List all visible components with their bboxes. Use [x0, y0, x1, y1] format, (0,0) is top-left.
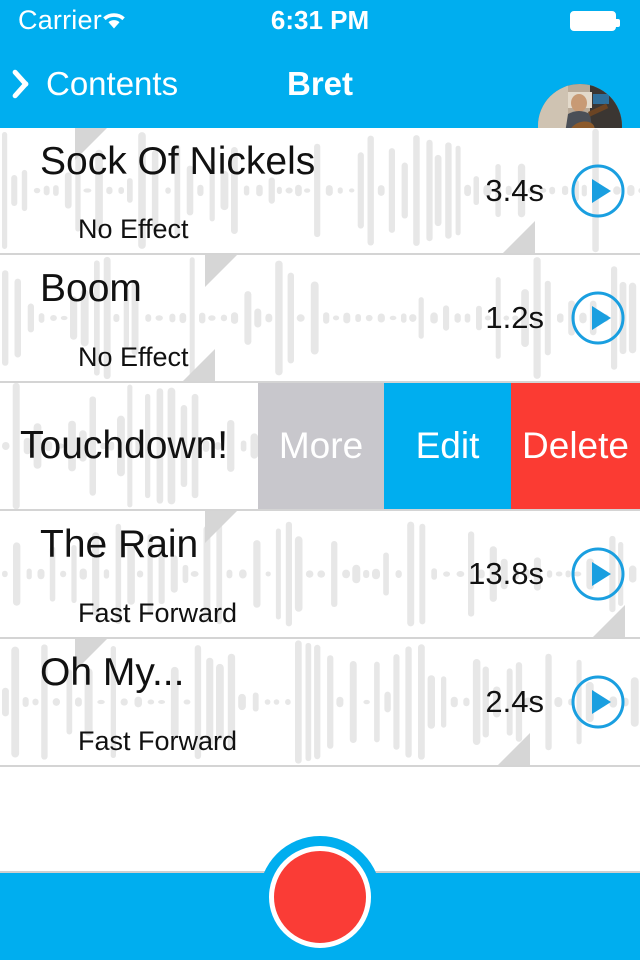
row-content: Boom No Effect 1.2s — [0, 255, 640, 381]
table-row[interactable]: Oh My... Fast Forward 2.4s — [0, 639, 640, 767]
play-circle-icon[interactable] — [570, 163, 626, 219]
recording-effect: Fast Forward — [78, 725, 237, 757]
row-content: Touchdown! — [0, 383, 258, 509]
recording-title: The Rain — [40, 523, 198, 567]
corner-triangle-top-left — [205, 255, 237, 287]
recording-effect: No Effect — [78, 213, 189, 245]
battery-full-icon — [570, 11, 616, 31]
corner-triangle-top-left — [205, 511, 237, 543]
swipe-actions: MoreEditDelete — [258, 383, 640, 509]
more-button[interactable]: More — [258, 383, 384, 509]
recording-duration: 13.8s — [468, 557, 544, 591]
delete-button[interactable]: Delete — [511, 383, 640, 509]
recording-title: Boom — [40, 267, 142, 311]
recording-effect: Fast Forward — [78, 597, 237, 629]
recording-duration: 3.4s — [485, 174, 544, 208]
row-content: Sock Of Nickels No Effect 3.4s — [0, 128, 640, 253]
row-content: The Rain Fast Forward 13.8s — [0, 511, 640, 637]
table-row[interactable]: The Rain Fast Forward 13.8s — [0, 511, 640, 639]
recording-duration: 2.4s — [485, 685, 544, 719]
record-button[interactable] — [269, 846, 371, 948]
corner-triangle-bottom-right — [503, 221, 535, 253]
row-content: Oh My... Fast Forward 2.4s — [0, 639, 640, 765]
table-row[interactable]: Boom No Effect 1.2s — [0, 255, 640, 383]
corner-triangle-bottom-right — [593, 605, 625, 637]
play-circle-icon[interactable] — [570, 290, 626, 346]
navigation-bar: Contents Bret — [0, 40, 640, 128]
table-row[interactable]: Touchdown! MoreEditDelete — [0, 383, 640, 511]
status-bar: Carrier 6:31 PM — [0, 0, 640, 40]
table-row[interactable]: Sock Of Nickels No Effect 3.4s — [0, 128, 640, 255]
play-circle-icon[interactable] — [570, 546, 626, 602]
recordings-list[interactable]: Sock Of Nickels No Effect 3.4s Boom No Effec… — [0, 128, 640, 871]
recording-duration: 1.2s — [485, 301, 544, 335]
recording-title: Touchdown! — [20, 424, 228, 468]
play-circle-icon[interactable] — [570, 674, 626, 730]
recording-title: Sock Of Nickels — [40, 140, 315, 184]
corner-triangle-bottom-right — [498, 733, 530, 765]
recording-title: Oh My... — [40, 651, 184, 695]
recording-effect: No Effect — [78, 341, 189, 373]
edit-button[interactable]: Edit — [384, 383, 511, 509]
status-time: 6:31 PM — [0, 5, 640, 35]
app-screen: Carrier 6:31 PM Contents Bret — [0, 0, 640, 960]
